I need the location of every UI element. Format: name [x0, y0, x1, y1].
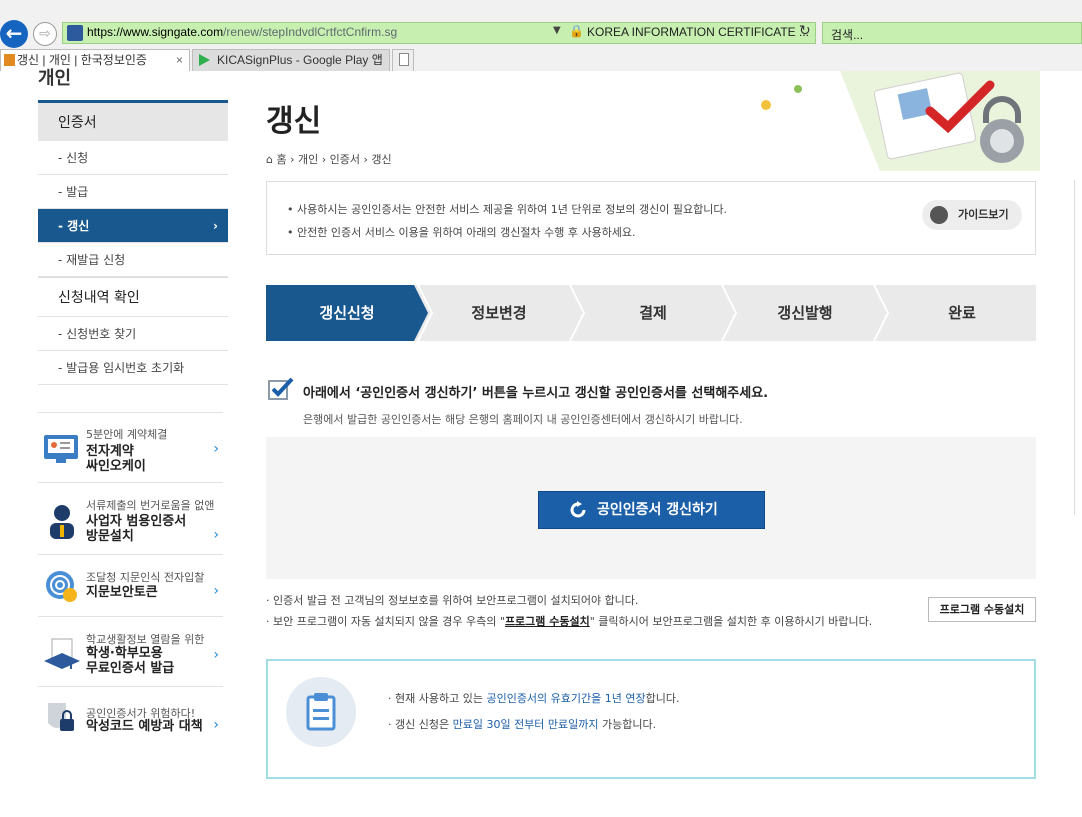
- tab-label: 갱신 | 개인 | 한국정보인증: [17, 53, 147, 67]
- forward-button[interactable]: ⇨: [33, 22, 57, 46]
- new-tab-button[interactable]: [392, 49, 414, 71]
- scrollbar[interactable]: [1074, 180, 1082, 515]
- fingerprint-icon: [46, 571, 77, 602]
- home-icon[interactable]: ⌂: [266, 153, 276, 166]
- refresh-icon: [570, 501, 586, 518]
- sidebar-item-apply[interactable]: - 신청: [38, 141, 228, 175]
- back-button[interactable]: ←: [0, 20, 28, 48]
- promo-fingerprint-token[interactable]: 조달청 지문인식 전자입찰 지문보안토큰 ›: [38, 554, 223, 616]
- renew-certificate-button[interactable]: 공인인증서 갱신하기: [538, 491, 765, 529]
- sidebar: 인증서 - 신청 - 발급 - 갱신 › - 재발급 신청 신청내역 확인 - 신…: [38, 100, 228, 385]
- promo-business-cert[interactable]: 서류제출의 번거로움을 없앤 사업자 범용인증서 방문설치 ›: [38, 482, 223, 554]
- url-text: https://www.signgate.com/renew/stepIndvd…: [87, 25, 398, 39]
- browser-chrome: ← ⇨ https://www.signgate.com/renew/stepI…: [0, 0, 1082, 71]
- shield-lock-icon: [48, 703, 74, 731]
- tip-period: · 갱신 신청은 만료일 30일 전부터 만료일까지 가능합니다.: [388, 718, 657, 731]
- promo-malware[interactable]: 공인인증서가 위험하다! 악성코드 예방과 대책 ›: [38, 686, 223, 746]
- address-bar[interactable]: https://www.signgate.com/renew/stepIndvd…: [62, 22, 816, 44]
- breadcrumb: ⌂ 홈 › 개인 › 인증서 › 갱신: [266, 153, 392, 166]
- checkbox-checked-icon: [268, 377, 294, 400]
- tab-label: KICASignPlus - Google Play 앱: [217, 53, 383, 67]
- edit-icon: [930, 206, 948, 224]
- person-icon: [50, 505, 74, 539]
- tip-validity: · 현재 사용하고 있는 공인인증서의 유효기간을 1년 연장합니다.: [388, 692, 680, 705]
- step-issue: 갱신발행: [777, 304, 833, 322]
- manual-install-link[interactable]: 프로그램 수동설치: [505, 615, 590, 628]
- refresh-icon[interactable]: ↻: [799, 23, 811, 39]
- sidebar-item-issue[interactable]: - 발급: [38, 175, 228, 209]
- sidebar-item-find-number[interactable]: - 신청번호 찾기: [38, 317, 228, 351]
- tab-google-play[interactable]: KICASignPlus - Google Play 앱: [192, 49, 390, 71]
- instruction-subtext: 은행에서 발급한 공인인증서는 해당 은행의 홈페이지 내 공인인증센터에서 갱…: [303, 413, 743, 426]
- tab-strip: 갱신 | 개인 | 한국정보인증 × KICASignPlus - Google…: [0, 49, 1082, 71]
- chevron-right-icon: ›: [213, 441, 219, 457]
- graduation-cap-icon: [44, 638, 80, 669]
- dropdown-arrow-icon[interactable]: ▼: [553, 25, 561, 36]
- step-complete: 완료: [948, 304, 976, 322]
- step-info-change: 정보변경: [471, 304, 527, 322]
- sidebar-item-renew[interactable]: - 갱신 ›: [38, 209, 228, 243]
- step-indicator: 갱신신청 정보변경 결제 갱신발행 완료: [266, 285, 1036, 341]
- sidebar-section-history[interactable]: 신청내역 확인: [38, 277, 228, 317]
- certificate-illustration: [761, 71, 1040, 171]
- site-favicon-icon: [67, 25, 83, 41]
- tab-renew[interactable]: 갱신 | 개인 | 한국정보인증 ×: [0, 49, 190, 71]
- renew-panel: 공인인증서 갱신하기: [266, 437, 1036, 579]
- section-title: 개인: [38, 68, 72, 89]
- chevron-right-icon: ›: [213, 583, 219, 599]
- tip-box: · 현재 사용하고 있는 공인인증서의 유효기간을 1년 연장합니다. · 갱신…: [266, 659, 1036, 779]
- promo-e-contract[interactable]: 5분안에 계약체결 전자계약 싸인오케이 ›: [38, 412, 223, 482]
- chevron-right-icon: ›: [213, 647, 219, 663]
- manual-install-note: · 보안 프로그램이 자동 설치되지 않을 경우 우측의 "프로그램 수동설치"…: [266, 615, 873, 628]
- certificate-label[interactable]: KOREA INFORMATION CERTIFICATE ...: [587, 25, 809, 39]
- instruction-text: 아래에서 ‘공인인증서 갱신하기’ 버튼을 누르시고 갱신할 공인인증서를 선택…: [303, 386, 769, 401]
- manual-install-button[interactable]: 프로그램 수동설치: [928, 597, 1036, 622]
- new-tab-icon: [399, 53, 409, 66]
- chevron-right-icon: ›: [213, 219, 218, 233]
- guide-button[interactable]: 가이드보기: [922, 200, 1022, 230]
- sidebar-item-reset-temp-number[interactable]: - 발급용 임시번호 초기화: [38, 351, 228, 385]
- lock-icon[interactable]: 🔒: [569, 24, 584, 38]
- promo-student-cert[interactable]: 학교생활정보 열람을 위한 학생·학부모용 무료인증서 발급 ›: [38, 616, 223, 686]
- step-payment: 결제: [639, 304, 667, 322]
- security-note: · 인증서 발급 전 고객님의 정보보호를 위하여 보안프로그램이 설치되어야 …: [266, 594, 639, 607]
- info-box: • 사용하시는 공인인증서는 안전한 서비스 제공을 위하여 1년 단위로 정보…: [266, 181, 1036, 255]
- clipboard-icon: [286, 677, 356, 747]
- close-tab-icon[interactable]: ×: [176, 50, 183, 70]
- e-contract-icon: [44, 435, 78, 463]
- step-renew-request: 갱신신청: [319, 304, 375, 322]
- sidebar-section-certificate[interactable]: 인증서: [38, 100, 228, 141]
- page-title: 갱신: [266, 104, 322, 139]
- chevron-right-icon: ›: [213, 527, 219, 543]
- chevron-right-icon: ›: [213, 717, 219, 733]
- sidebar-item-reissue[interactable]: - 재발급 신청: [38, 243, 228, 277]
- site-favicon-icon: [4, 54, 15, 66]
- browser-search-input[interactable]: 검색...: [822, 22, 1082, 44]
- google-play-icon: [199, 54, 210, 66]
